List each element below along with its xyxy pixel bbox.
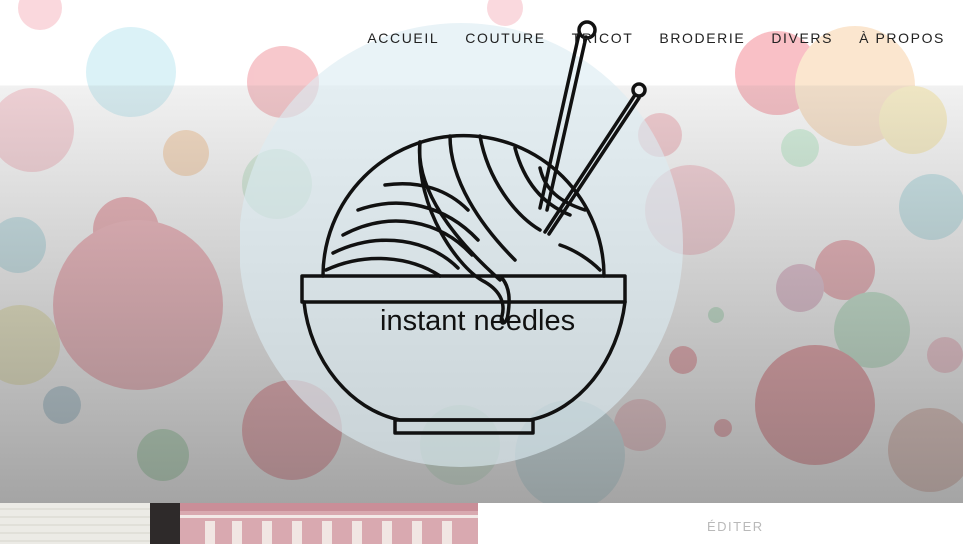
nav-item-couture[interactable]: COUTURE (465, 29, 545, 47)
instant-needles-logo: instant needles (240, 20, 683, 467)
post-preview-strip: ÉDITER (0, 503, 963, 544)
nav-item-a-propos[interactable]: À PROPOS (859, 29, 945, 47)
edit-post-link[interactable]: ÉDITER (707, 519, 764, 534)
nav-item-divers[interactable]: DIVERS (771, 29, 833, 47)
nav-item-accueil[interactable]: ACCUEIL (367, 29, 439, 47)
nav-item-tricot[interactable]: TRICOT (572, 29, 634, 47)
main-navigation: ACCUEIL COUTURE TRICOT BRODERIE DIVERS À… (341, 29, 945, 47)
hero-banner: instant needles ACCUEIL COUTURE TRICOT B… (0, 0, 963, 503)
nav-item-broderie[interactable]: BRODERIE (659, 29, 745, 47)
logo-text: instant needles (380, 305, 575, 337)
post-thumbnail-image[interactable] (0, 503, 478, 544)
